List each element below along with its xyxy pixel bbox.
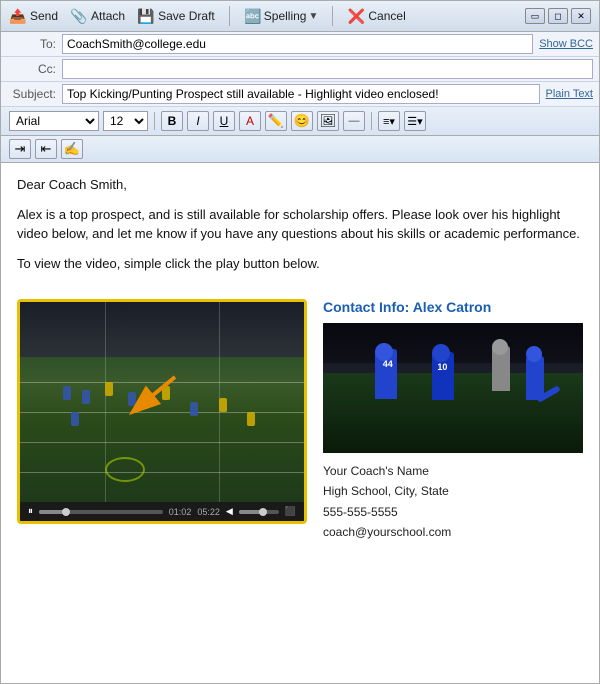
total-time: 05:22 xyxy=(197,507,220,517)
cancel-icon: ❌ xyxy=(347,8,365,24)
save-draft-icon: 💾 xyxy=(137,8,155,24)
send-button[interactable]: 📤 Send xyxy=(9,8,58,24)
email-body: Dear Coach Smith, Alex is a top prospect… xyxy=(1,163,599,295)
photo-scene: 44 10 xyxy=(323,323,583,453)
cc-label: Cc: xyxy=(7,62,62,76)
font-family-select[interactable]: Arial xyxy=(9,111,99,131)
volume-bar[interactable] xyxy=(239,510,279,514)
attach-button[interactable]: 📎 Attach xyxy=(70,8,125,24)
contact-title: Contact Info: Alex Catron xyxy=(323,299,583,315)
crowd-area xyxy=(20,302,304,357)
main-toolbar: 📤 Send 📎 Attach 💾 Save Draft 🔤 Spelling … xyxy=(1,1,599,32)
spelling-button[interactable]: 🔤 Spelling ▼ xyxy=(244,8,319,24)
photo-helmet-1 xyxy=(375,343,393,361)
player-1 xyxy=(63,386,71,400)
volume-icon[interactable]: ◀ xyxy=(226,506,233,517)
format-toolbar2: ⇥ ⇤ ✍️ xyxy=(1,136,599,163)
volume-knob[interactable] xyxy=(259,508,267,516)
window-controls: ▭ ◻ ✕ xyxy=(525,8,591,24)
format-separator xyxy=(154,112,155,130)
video-controls: ⏸ 01:02 05:22 ◀ ⬛ xyxy=(20,502,304,521)
text-color-button[interactable]: A xyxy=(239,111,261,131)
font-size-select[interactable]: 12 xyxy=(103,111,148,131)
contact-email: coach@yourschool.com xyxy=(323,522,583,542)
save-draft-button[interactable]: 💾 Save Draft xyxy=(137,8,215,24)
player-9 xyxy=(247,412,255,426)
toolbar-separator xyxy=(229,6,230,26)
cc-row: Cc: xyxy=(1,57,599,82)
photo-kicker xyxy=(526,356,544,400)
spelling-dropdown-arrow[interactable]: ▼ xyxy=(308,11,318,22)
indent-button[interactable]: ⇥ xyxy=(9,139,31,159)
contact-phone: 555-555-5555 xyxy=(323,502,583,522)
signature-button[interactable]: ✍️ xyxy=(61,139,83,159)
photo-helmet-2 xyxy=(432,344,450,362)
subject-label: Subject: xyxy=(7,87,62,101)
subject-input[interactable] xyxy=(62,84,540,104)
jersey-number-2: 10 xyxy=(437,362,447,372)
yard-line-3 xyxy=(20,442,304,443)
window-close[interactable]: ✕ xyxy=(571,8,591,24)
contact-photo: 44 10 xyxy=(323,323,583,453)
player-8 xyxy=(71,412,79,426)
bold-button[interactable]: B xyxy=(161,111,183,131)
photo-ref-head xyxy=(492,339,508,355)
window-minimize[interactable]: ▭ xyxy=(525,8,545,24)
video-player[interactable]: ⏸ 01:02 05:22 ◀ ⬛ xyxy=(17,299,307,524)
format-separator2 xyxy=(371,112,372,130)
outdent-button[interactable]: ⇤ xyxy=(35,139,57,159)
body-para1: Alex is a top prospect, and is still ava… xyxy=(17,205,583,244)
contact-school: High School, City, State xyxy=(323,481,583,501)
contact-name: Your Coach's Name xyxy=(323,461,583,481)
circle-marker xyxy=(105,457,145,482)
content-area: ⏸ 01:02 05:22 ◀ ⬛ Contact Info: Alex Cat… xyxy=(1,295,599,559)
body-para2: To view the video, simple click the play… xyxy=(17,254,583,274)
subject-row: Subject: Plain Text xyxy=(1,82,599,107)
current-time: 01:02 xyxy=(169,507,192,517)
player-7 xyxy=(219,398,227,412)
emoji-button[interactable]: 😊 xyxy=(291,111,313,131)
contact-info-section: Contact Info: Alex Catron 44 10 xyxy=(323,299,583,543)
hr-button[interactable]: — xyxy=(343,111,365,131)
jersey-number-1: 44 xyxy=(383,359,393,369)
window-restore[interactable]: ◻ xyxy=(548,8,568,24)
pause-button[interactable]: ⏸ xyxy=(28,506,33,517)
contact-details: Your Coach's Name High School, City, Sta… xyxy=(323,461,583,543)
image-button[interactable]: 🖼 xyxy=(317,111,339,131)
to-label: To: xyxy=(7,37,62,51)
highlight-arrow xyxy=(105,372,185,422)
show-bcc-button[interactable]: Show BCC xyxy=(539,38,593,50)
fullscreen-button[interactable]: ⬛ xyxy=(285,506,296,517)
greeting-text: Dear Coach Smith, xyxy=(17,175,583,195)
video-screen xyxy=(20,302,304,502)
format-toolbar: Arial 12 B I U A ✏️ 😊 🖼 — ≡▾ ☰▾ xyxy=(1,107,599,136)
italic-button[interactable]: I xyxy=(187,111,209,131)
to-row: To: Show BCC xyxy=(1,32,599,57)
player-2 xyxy=(82,390,90,404)
cc-input[interactable] xyxy=(62,59,593,79)
toolbar-separator2 xyxy=(332,6,333,26)
progress-knob[interactable] xyxy=(62,508,70,516)
spelling-icon: 🔤 xyxy=(244,8,262,24)
send-icon: 📤 xyxy=(9,8,27,24)
list-button[interactable]: ☰▾ xyxy=(404,111,426,131)
align-button[interactable]: ≡▾ xyxy=(378,111,400,131)
progress-bar[interactable] xyxy=(39,510,163,514)
player-6 xyxy=(190,402,198,416)
to-input[interactable] xyxy=(62,34,533,54)
attach-icon: 📎 xyxy=(70,8,88,24)
underline-button[interactable]: U xyxy=(213,111,235,131)
yard-line-4 xyxy=(20,472,304,473)
cancel-button[interactable]: ❌ Cancel xyxy=(347,8,405,24)
highlight-button[interactable]: ✏️ xyxy=(265,111,287,131)
plain-text-button[interactable]: Plain Text xyxy=(546,88,594,100)
